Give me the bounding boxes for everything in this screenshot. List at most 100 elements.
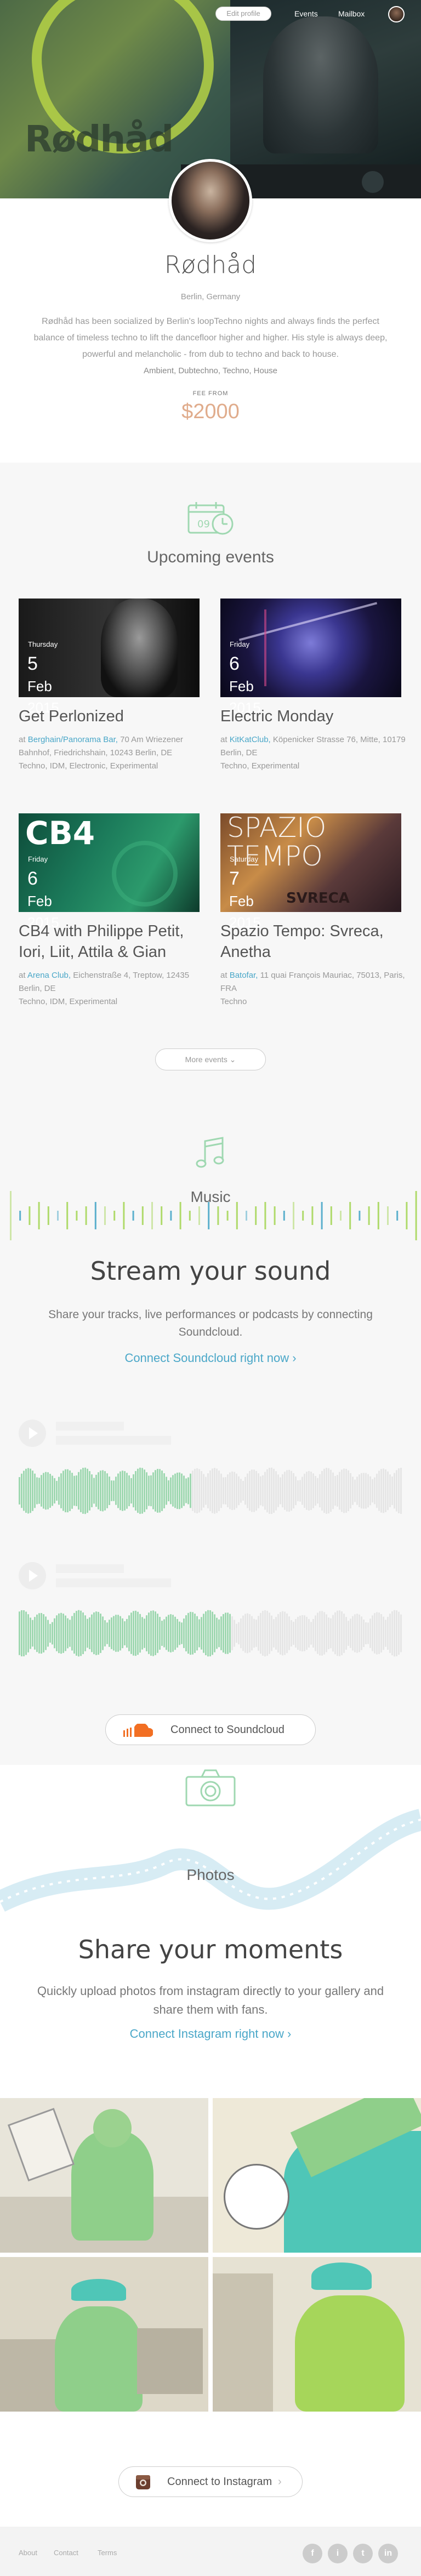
waveform-bar — [380, 1614, 382, 1652]
waveform-bar — [170, 1614, 172, 1652]
chevron-right-icon: › — [287, 2027, 292, 2041]
instagram-icon[interactable]: i — [328, 2544, 348, 2563]
waveform-bar — [196, 1616, 198, 1651]
waveform-bar — [139, 1467, 141, 1514]
cover-logo-text: Rødhåd — [25, 118, 174, 160]
photo-tile[interactable] — [213, 2098, 421, 2253]
waveform-bar — [262, 1611, 264, 1656]
waveform-bar — [308, 1471, 310, 1511]
waveform-bar — [277, 1474, 279, 1507]
event-title[interactable]: CB4 with Philippe Petit, Iori, Liit, Att… — [19, 921, 205, 962]
soundcloud-icon — [123, 1724, 153, 1737]
waveform-bar — [394, 1610, 395, 1657]
waveform-bar — [113, 1616, 115, 1651]
waveform-bar — [207, 1610, 209, 1657]
photo-tile[interactable] — [0, 2257, 208, 2412]
play-button[interactable] — [19, 1562, 46, 1589]
waveform-bar — [236, 1623, 237, 1643]
waveform-bar — [157, 1614, 158, 1653]
waveform-bar — [109, 1620, 110, 1647]
footer-link-contact[interactable]: Contact — [54, 2549, 78, 2557]
waveform-bar — [227, 1474, 229, 1507]
waveform-bar — [21, 1610, 22, 1657]
waveform-bar — [391, 1476, 393, 1506]
waveform-bar — [100, 1471, 101, 1511]
track-artist-placeholder — [56, 1436, 171, 1445]
waveform-bar — [383, 1616, 384, 1650]
waveform-bar — [19, 1611, 20, 1655]
waveform-bar — [152, 1472, 154, 1509]
linkedin-icon[interactable]: in — [378, 2544, 398, 2563]
music-headline: Stream your sound — [90, 1256, 331, 1286]
waveform-bar — [242, 1481, 244, 1501]
facebook-icon[interactable]: f — [303, 2544, 322, 2563]
waveform-bar — [98, 1472, 99, 1509]
waveform-bar — [356, 1477, 358, 1505]
nav-mailbox[interactable]: Mailbox — [338, 9, 365, 18]
waveform-bar — [25, 1611, 27, 1655]
event-title[interactable]: Electric Monday — [220, 706, 407, 727]
waveform-bar — [288, 1616, 290, 1650]
waveform-bar — [159, 1469, 161, 1513]
waveform-bar — [286, 1470, 288, 1512]
sound-bar — [170, 1211, 172, 1221]
edit-profile-button[interactable]: Edit profile — [215, 7, 271, 21]
connect-soundcloud-button[interactable]: Connect to Soundcloud — [105, 1714, 316, 1745]
waveform-bar — [177, 1618, 178, 1648]
waveform-bar — [297, 1480, 299, 1501]
waveform-bar — [266, 1610, 268, 1656]
waveform-bar — [255, 1620, 257, 1647]
event-title[interactable]: Spazio Tempo: Svreca, Anetha — [220, 921, 407, 962]
footer-link-terms[interactable]: Terms — [98, 2549, 117, 2557]
waveform-bar — [52, 1622, 53, 1645]
more-events-button[interactable]: More events ⌄ — [155, 1048, 266, 1070]
waveform-bar — [95, 1474, 97, 1507]
user-avatar[interactable] — [388, 6, 405, 22]
waveform-bar — [255, 1471, 257, 1511]
waveform-bar — [363, 1473, 365, 1509]
nav-events[interactable]: Events — [294, 9, 318, 18]
waveform-bar — [345, 1468, 347, 1513]
waveform-bar — [352, 1616, 354, 1651]
event-details: at Berghain/Panorama Bar, 70 Am Wriezene… — [19, 735, 183, 771]
waveform-bar — [319, 1611, 321, 1656]
sound-bar — [377, 1202, 379, 1229]
footer-link-about[interactable]: About — [19, 2549, 37, 2557]
waveform-bar — [339, 1610, 340, 1656]
waveform-bar — [374, 1477, 376, 1504]
waveform-bar — [185, 1478, 187, 1503]
waveform-bar — [301, 1477, 303, 1505]
connect-soundcloud-link[interactable]: Connect Soundcloud right now › — [0, 1351, 421, 1365]
waveform-bar — [76, 1475, 77, 1507]
play-button[interactable] — [19, 1420, 46, 1447]
connect-instagram-link[interactable]: Connect Instagram right now › — [0, 2027, 421, 2041]
venue-link[interactable]: KitKatClub, — [230, 735, 271, 744]
venue-link[interactable]: Arena Club, — [27, 971, 71, 980]
track-waveform[interactable] — [19, 1606, 402, 1661]
waveform-bar — [65, 1615, 66, 1651]
photo-tile[interactable] — [0, 2098, 208, 2253]
waveform-bar — [216, 1617, 218, 1649]
connect-instagram-button[interactable]: Connect to Instagram › — [118, 2466, 303, 2497]
waveform-bar — [253, 1618, 255, 1648]
venue-link[interactable]: Berghain/Panorama Bar, — [28, 735, 118, 744]
waveform-bar — [328, 1468, 329, 1514]
waveform-bar — [315, 1615, 316, 1651]
track-waveform[interactable] — [19, 1463, 402, 1518]
waveform-bar — [205, 1611, 207, 1656]
waveform-bar — [218, 1619, 220, 1648]
waveform-bar — [394, 1473, 395, 1509]
waveform-bar — [62, 1471, 64, 1511]
waveform-bar — [264, 1610, 266, 1657]
photos-label: Photos — [186, 1866, 235, 1883]
event-title[interactable]: Get Perlonized — [19, 706, 205, 727]
waveform-bar — [73, 1612, 75, 1654]
photo-tile[interactable] — [213, 2257, 421, 2412]
venue-link[interactable]: Batofar, — [230, 971, 258, 980]
waveform-bar — [293, 1473, 294, 1509]
twitter-icon[interactable]: t — [353, 2544, 373, 2563]
waveform-bar — [277, 1614, 279, 1653]
waveform-bar — [36, 1477, 38, 1504]
waveform-bar — [130, 1478, 132, 1504]
sound-bar — [104, 1206, 106, 1225]
